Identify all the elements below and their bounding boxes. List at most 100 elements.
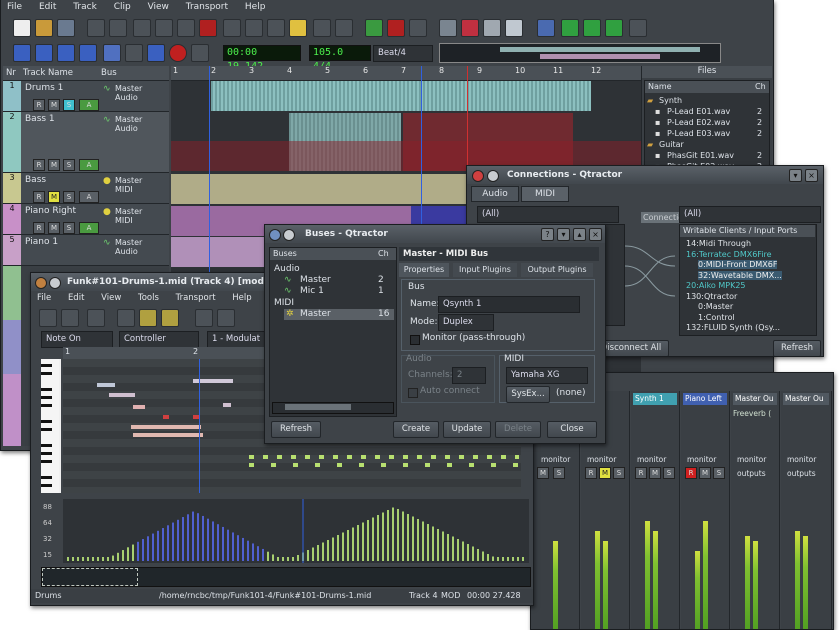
minimize-icon[interactable]: ▾ xyxy=(789,169,802,182)
velocity-bar[interactable] xyxy=(87,557,89,561)
close-icon[interactable]: × xyxy=(805,169,818,182)
velocity-bar[interactable] xyxy=(482,551,484,562)
solo-button[interactable]: S xyxy=(63,191,75,203)
solo-button[interactable]: S xyxy=(663,467,675,479)
menu-clip[interactable]: Clip xyxy=(114,2,131,12)
velocity-bar[interactable] xyxy=(402,511,404,562)
clip-record-icon[interactable] xyxy=(461,19,479,37)
close-icon[interactable]: × xyxy=(589,228,602,241)
velocity-bar[interactable] xyxy=(67,557,69,561)
close-button[interactable]: Close xyxy=(547,421,597,438)
update-button[interactable]: Update xyxy=(443,421,491,438)
velocity-bar[interactable] xyxy=(522,557,524,561)
track-remove-icon[interactable] xyxy=(387,19,405,37)
velocity-bar[interactable] xyxy=(477,549,479,561)
velocity-bar[interactable] xyxy=(162,528,164,561)
snap-select[interactable]: Beat/4 xyxy=(373,45,433,62)
velocity-bar[interactable] xyxy=(472,546,474,562)
instrument-select[interactable]: Yamaha XG xyxy=(506,367,588,384)
menu-file[interactable]: File xyxy=(7,2,22,12)
port-item[interactable]: 1:Control xyxy=(698,313,735,322)
velocity-bar[interactable] xyxy=(312,547,314,562)
editor-overview[interactable] xyxy=(41,567,531,587)
editor-menu-file[interactable]: File xyxy=(37,293,51,303)
client-filter-right[interactable]: (All) xyxy=(679,206,821,223)
velocity-bar[interactable] xyxy=(102,557,104,561)
velocity-bar[interactable] xyxy=(182,517,184,561)
track-properties-icon[interactable] xyxy=(409,19,427,37)
velocity-bar[interactable] xyxy=(82,557,84,561)
connections-icon[interactable] xyxy=(561,19,579,37)
velocity-bar[interactable] xyxy=(207,518,209,561)
strip-monitor[interactable]: monitor xyxy=(637,455,666,464)
strip-monitor[interactable]: monitor xyxy=(787,455,816,464)
close-icon[interactable] xyxy=(472,170,484,182)
mute-button[interactable]: M xyxy=(649,467,661,479)
pin-icon[interactable] xyxy=(49,277,61,289)
velocity-bar[interactable] xyxy=(347,530,349,561)
strip-monitor[interactable]: monitor xyxy=(587,455,616,464)
velocity-bar[interactable] xyxy=(397,509,399,561)
files-list[interactable]: Name Ch ▰ Synth ▪ P-Lead E01.wav 2 ▪ P-Lead E0… xyxy=(644,80,770,178)
strip-name[interactable]: Master Ou xyxy=(783,393,829,405)
velocity-bar[interactable] xyxy=(212,521,214,561)
client-filter-left[interactable]: (All) xyxy=(477,206,619,223)
velocity-bar[interactable] xyxy=(317,545,319,561)
menu-edit[interactable]: Edit xyxy=(39,2,56,12)
select-range-icon[interactable] xyxy=(245,19,263,37)
velocity-bar[interactable] xyxy=(337,535,339,561)
velocity-bar[interactable] xyxy=(247,540,249,561)
editor-play-head[interactable] xyxy=(199,359,200,493)
file-item[interactable]: ▪ PhasGit E01.wav 2 xyxy=(645,150,769,161)
velocity-bar[interactable] xyxy=(462,541,464,562)
velocity-bar[interactable] xyxy=(282,557,284,561)
forward-end-icon[interactable] xyxy=(79,44,97,62)
mute-button[interactable]: M xyxy=(537,467,549,479)
forward-icon[interactable] xyxy=(57,44,75,62)
metronome-icon[interactable] xyxy=(629,19,647,37)
velocity-bar[interactable] xyxy=(322,542,324,562)
rewind-start-icon[interactable] xyxy=(13,44,31,62)
port-item[interactable]: 0:Master xyxy=(698,302,733,311)
mixer-icon[interactable] xyxy=(537,19,555,37)
time-display[interactable]: 00:00 19.142 xyxy=(223,45,301,72)
velocity-bar[interactable] xyxy=(167,525,169,561)
velocity-bar[interactable] xyxy=(467,544,469,561)
solo-button[interactable]: S xyxy=(613,467,625,479)
velocity-bar[interactable] xyxy=(412,516,414,562)
mute-button[interactable]: M xyxy=(48,159,60,171)
velocity-bar[interactable] xyxy=(437,529,439,561)
record-arm-button[interactable]: R xyxy=(585,467,597,479)
copy-icon[interactable] xyxy=(155,19,173,37)
velocity-bar[interactable] xyxy=(147,536,149,561)
velocity-bar[interactable] xyxy=(287,557,289,561)
automation-button[interactable]: A xyxy=(79,222,99,234)
piano-white-key[interactable] xyxy=(41,487,59,493)
record-arm-button[interactable]: R xyxy=(33,191,45,203)
undo-icon[interactable] xyxy=(87,19,105,37)
velocity-bar[interactable] xyxy=(387,510,389,561)
port-item[interactable]: 132:FLUID Synth (Qsy... xyxy=(686,323,780,332)
view-type-select[interactable]: Note On xyxy=(41,331,113,348)
input-ports-list[interactable]: Writable Clients / Input Ports 14:Midi T… xyxy=(679,224,817,336)
velocity-bar[interactable] xyxy=(417,519,419,561)
midi-note[interactable] xyxy=(133,405,145,409)
midi-note[interactable] xyxy=(131,425,201,429)
clip-merge-icon[interactable] xyxy=(505,19,523,37)
velocity-bar[interactable] xyxy=(232,532,234,561)
menu-transport[interactable]: Transport xyxy=(186,2,228,12)
velocity-bar[interactable] xyxy=(292,557,294,561)
pencil-icon[interactable] xyxy=(139,309,157,327)
velocity-bar[interactable] xyxy=(262,548,264,561)
automation-button[interactable]: A xyxy=(79,191,99,203)
select-all-icon[interactable] xyxy=(267,19,285,37)
timeline-ruler[interactable]: 1 2 3 4 5 6 7 8 9 10 11 12 xyxy=(171,66,641,81)
velocity-bar[interactable] xyxy=(237,535,239,561)
velocity-bar[interactable] xyxy=(517,557,519,561)
automation-button[interactable]: A xyxy=(79,99,99,111)
delete-button[interactable]: Delete xyxy=(495,421,541,438)
editor-open-icon[interactable] xyxy=(39,309,57,327)
mute-button[interactable]: M xyxy=(599,467,611,479)
clip-new-icon[interactable] xyxy=(439,19,457,37)
velocity-bar[interactable] xyxy=(487,554,489,561)
